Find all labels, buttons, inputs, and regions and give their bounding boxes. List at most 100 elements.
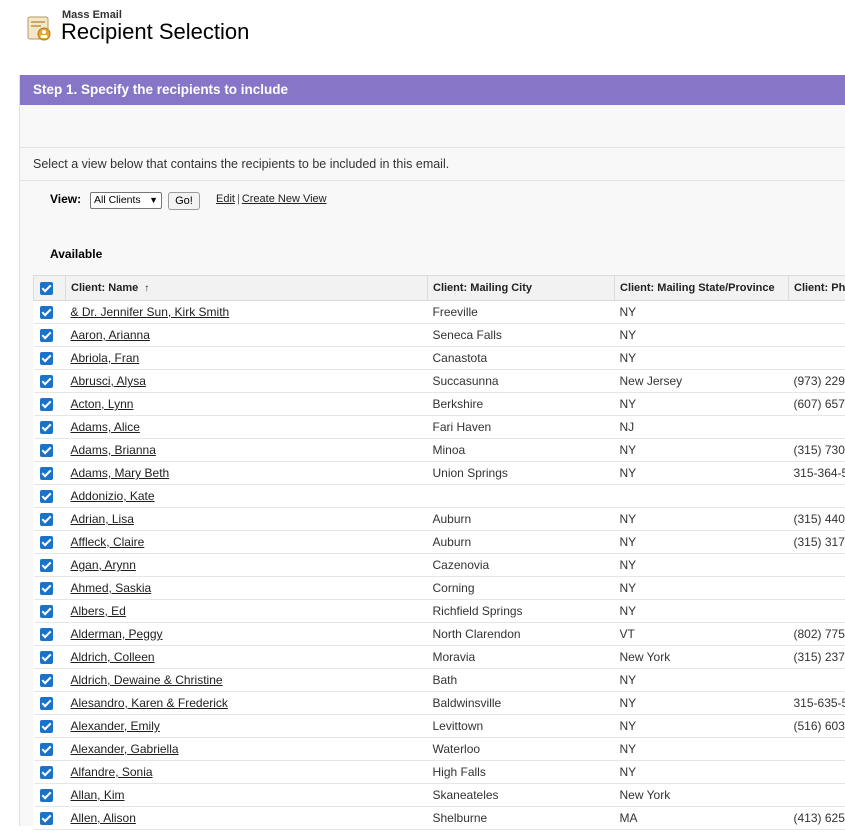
cell-state: NJ [615,416,789,439]
cell-phone [789,324,845,347]
row-checkbox[interactable] [40,720,53,733]
client-name-link[interactable]: Allen, Alison [71,811,136,825]
column-header-city[interactable]: Client: Mailing City [428,276,615,301]
row-checkbox[interactable] [40,467,53,480]
table-row: Ahmed, SaskiaCorningNY [34,577,845,600]
row-checkbox[interactable] [40,582,53,595]
row-checkbox[interactable] [40,605,53,618]
row-checkbox-cell[interactable] [34,807,66,830]
table-row: Albers, EdRichfield SpringsNY [34,600,845,623]
row-checkbox-cell[interactable] [34,715,66,738]
table-row: Affleck, ClaireAuburnNY(315) 317 [34,531,845,554]
view-select[interactable]: All Clients ▼ [90,192,162,209]
client-name-link[interactable]: Adams, Brianna [71,443,156,457]
row-checkbox[interactable] [40,674,53,687]
create-new-view-link[interactable]: Create New View [242,193,327,205]
row-checkbox-cell[interactable] [34,370,66,393]
row-checkbox[interactable] [40,743,53,756]
cell-state: NY [615,554,789,577]
row-checkbox[interactable] [40,766,53,779]
row-checkbox-cell[interactable] [34,554,66,577]
row-checkbox[interactable] [40,559,53,572]
row-checkbox-cell[interactable] [34,485,66,508]
client-name-link[interactable]: Aaron, Arianna [71,328,150,342]
client-name-link[interactable]: Alexander, Gabriella [71,742,179,756]
cell-name: Alderman, Peggy [66,623,428,646]
row-checkbox-cell[interactable] [34,416,66,439]
cell-city: Cazenovia [428,554,615,577]
client-name-link[interactable]: Aldrich, Dewaine & Christine [71,673,223,687]
client-name-link[interactable]: Albers, Ed [71,604,126,618]
client-name-link[interactable]: Ahmed, Saskia [71,581,152,595]
go-button[interactable]: Go! [168,192,200,210]
column-header-phone[interactable]: Client: Phone [789,276,845,301]
row-checkbox-cell[interactable] [34,646,66,669]
client-name-link[interactable]: Alderman, Peggy [71,627,163,641]
client-name-link[interactable]: Abrusci, Alysa [71,374,146,388]
row-checkbox[interactable] [40,651,53,664]
select-all-cell[interactable] [34,276,66,301]
row-checkbox[interactable] [40,306,53,319]
row-checkbox-cell[interactable] [34,531,66,554]
row-checkbox[interactable] [40,329,53,342]
client-name-link[interactable]: Adrian, Lisa [71,512,134,526]
client-name-link[interactable]: Affleck, Claire [71,535,145,549]
row-checkbox[interactable] [40,375,53,388]
select-all-checkbox[interactable] [40,282,53,295]
row-checkbox[interactable] [40,812,53,825]
row-checkbox[interactable] [40,398,53,411]
client-name-link[interactable]: Alfandre, Sonia [71,765,153,779]
row-checkbox[interactable] [40,490,53,503]
row-checkbox-cell[interactable] [34,692,66,715]
row-checkbox-cell[interactable] [34,669,66,692]
client-name-link[interactable]: Agan, Arynn [71,558,136,572]
row-checkbox-cell[interactable] [34,508,66,531]
row-checkbox-cell[interactable] [34,738,66,761]
cell-name: Addonizio, Kate [66,485,428,508]
column-header-state[interactable]: Client: Mailing State/Province [615,276,789,301]
cell-state: VT [615,623,789,646]
cell-name: & Dr. Jennifer Sun, Kirk Smith [66,301,428,324]
row-checkbox[interactable] [40,789,53,802]
client-name-link[interactable]: Adams, Mary Beth [71,466,170,480]
cell-phone: (315) 317 [789,531,845,554]
row-checkbox[interactable] [40,444,53,457]
row-checkbox-cell[interactable] [34,577,66,600]
cell-phone: (315) 237 [789,646,845,669]
row-checkbox-cell[interactable] [34,324,66,347]
client-name-link[interactable]: Addonizio, Kate [71,489,155,503]
client-name-link[interactable]: Acton, Lynn [71,397,134,411]
row-checkbox[interactable] [40,536,53,549]
client-name-link[interactable]: Alesandro, Karen & Frederick [71,696,228,710]
client-name-link[interactable]: Allan, Kim [71,788,125,802]
column-header-name[interactable]: Client: Name↑ [66,276,428,301]
step-panel: Step 1. Specify the recipients to includ… [19,75,845,826]
client-name-link[interactable]: Adams, Alice [71,420,140,434]
client-name-link[interactable]: Abriola, Fran [71,351,140,365]
row-checkbox[interactable] [40,628,53,641]
cell-state: NY [615,462,789,485]
row-checkbox[interactable] [40,697,53,710]
table-row: Adams, Mary BethUnion SpringsNY315-364-5 [34,462,845,485]
row-checkbox-cell[interactable] [34,462,66,485]
row-checkbox-cell[interactable] [34,623,66,646]
row-checkbox-cell[interactable] [34,301,66,324]
row-checkbox[interactable] [40,352,53,365]
cell-state: NY [615,715,789,738]
table-row: Alexander, EmilyLevittownNY(516) 603 [34,715,845,738]
row-checkbox[interactable] [40,513,53,526]
row-checkbox-cell[interactable] [34,347,66,370]
row-checkbox-cell[interactable] [34,784,66,807]
client-name-link[interactable]: Alexander, Emily [71,719,160,733]
view-label: View: [50,192,81,206]
row-checkbox-cell[interactable] [34,439,66,462]
row-checkbox-cell[interactable] [34,393,66,416]
table-row: Alexander, GabriellaWaterlooNY [34,738,845,761]
client-name-link[interactable]: & Dr. Jennifer Sun, Kirk Smith [71,305,230,319]
row-checkbox-cell[interactable] [34,600,66,623]
edit-view-link[interactable]: Edit [216,193,235,205]
row-checkbox[interactable] [40,421,53,434]
row-checkbox-cell[interactable] [34,761,66,784]
cell-name: Alesandro, Karen & Frederick [66,692,428,715]
client-name-link[interactable]: Aldrich, Colleen [71,650,155,664]
